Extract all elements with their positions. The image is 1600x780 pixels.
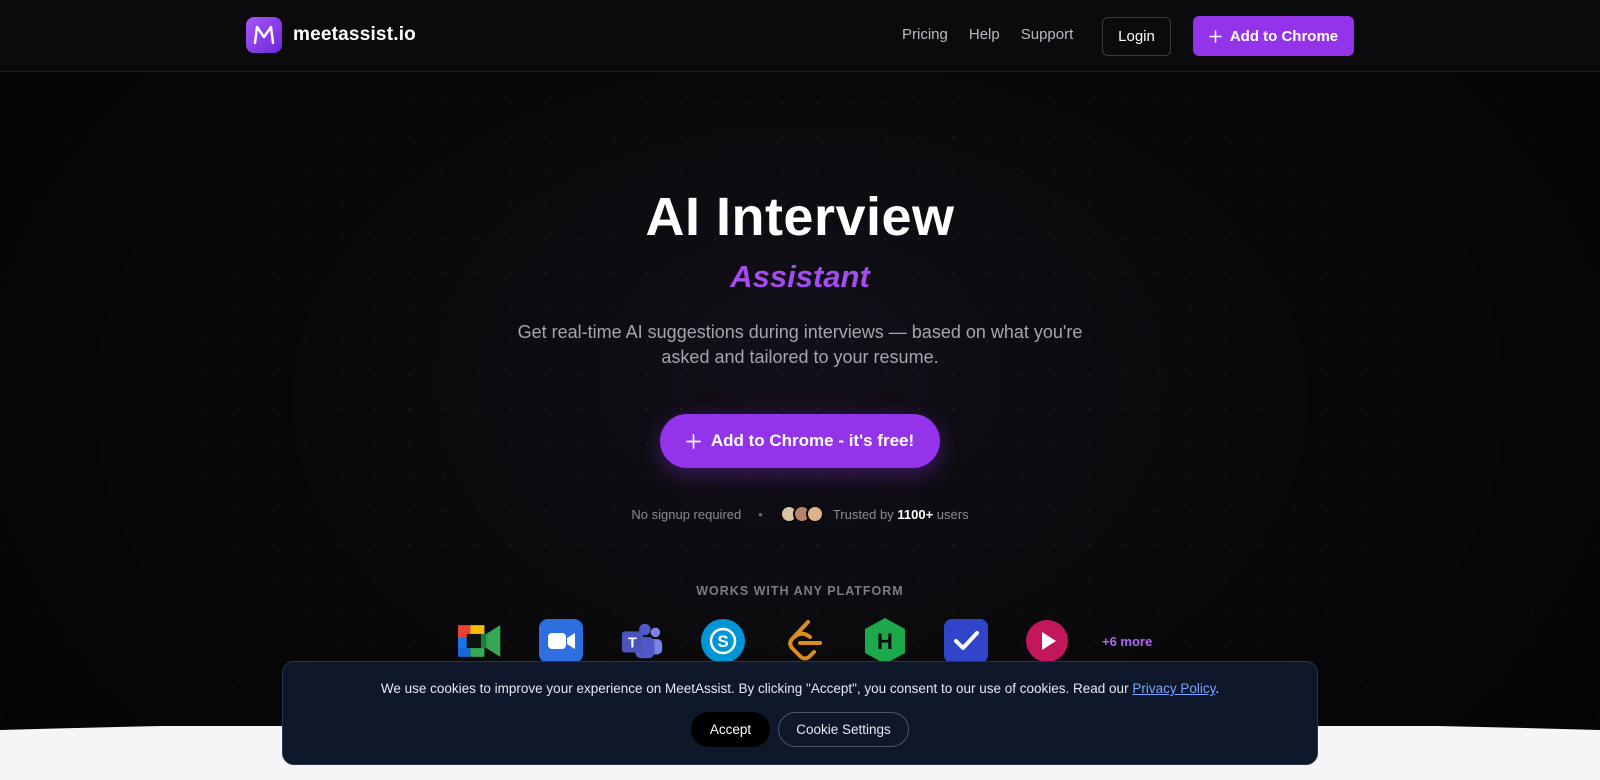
nav-link-pricing[interactable]: Pricing [902,26,948,43]
cookie-period: . [1215,681,1220,696]
add-to-chrome-nav-button[interactable]: Add to Chrome [1193,16,1354,56]
top-navbar: meetassist.io Pricing Help Support Login… [0,0,1600,72]
plus-icon [685,433,701,449]
google-meet-icon [458,619,502,663]
svg-text:S: S [717,632,728,651]
avatar [805,505,824,523]
no-signup-text: No signup required [631,506,742,522]
privacy-policy-link[interactable]: Privacy Policy [1132,681,1215,696]
user-avatars [779,505,824,523]
hero-subtitle: Assistant [730,259,870,294]
check-app-icon [944,619,988,663]
separator-dot: • [758,506,763,522]
platform-icons-row: T S H +6 more [458,618,1152,664]
trusted-by-prefix: Trusted by [832,506,894,522]
add-to-chrome-nav-label: Add to Chrome [1229,27,1339,45]
trust-row: No signup required • Trusted by 1100+ us… [0,505,1600,523]
trusted-by-suffix: users [936,506,969,522]
nav-links: Pricing Help Support [902,26,1073,43]
more-platforms-link[interactable]: +6 more [1102,634,1152,649]
teams-icon: T [620,619,664,663]
cookie-banner: We use cookies to improve your experienc… [282,661,1318,765]
cookie-actions: Accept Cookie Settings [283,712,1317,747]
svg-text:T: T [628,636,637,652]
zoom-icon [539,619,583,663]
brand-name: meetassist.io [293,24,416,45]
trusted-count: 1100+ [897,506,934,522]
m-logo-icon [246,17,282,53]
cookie-message: We use cookies to improve your experienc… [283,681,1317,696]
nav-link-help[interactable]: Help [969,26,1000,43]
svg-text:H: H [877,629,893,654]
hero-description: Get real-time AI suggestions during inte… [517,322,1083,367]
play-app-icon [1025,619,1069,663]
platforms-heading: WORKS WITH ANY PLATFORM [696,584,904,598]
skype-icon: S [701,619,745,663]
nav-link-support[interactable]: Support [1021,26,1074,43]
plus-icon [1209,29,1222,43]
cookie-text: We use cookies to improve your experienc… [380,681,1129,696]
cta-label: Add to Chrome - it's free! [710,431,915,450]
cookie-settings-button[interactable]: Cookie Settings [778,712,909,747]
hero-title: AI Interview [645,187,955,247]
leetcode-icon [782,619,826,663]
hackerrank-icon: H [863,618,907,664]
accept-cookies-button[interactable]: Accept [691,712,770,747]
add-to-chrome-cta-button[interactable]: Add to Chrome - it's free! [660,414,940,468]
login-button[interactable]: Login [1102,17,1171,56]
brand-logo[interactable]: meetassist.io [246,17,416,53]
